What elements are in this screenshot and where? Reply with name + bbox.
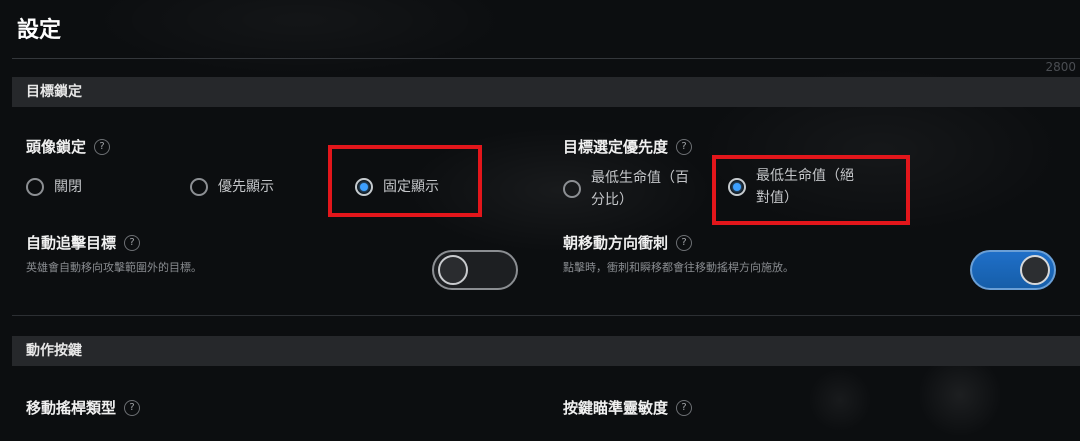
auto-chase-description: 英雄會自動移向攻擊範圍外的目標。 — [26, 261, 202, 274]
corner-number: 2800 — [1045, 60, 1076, 74]
section-divider — [12, 315, 1080, 316]
help-icon[interactable]: ? — [676, 138, 693, 155]
page-title: 設定 — [17, 18, 62, 43]
help-icon[interactable]: ? — [94, 138, 111, 155]
radio-label-line-2: 分比） — [591, 192, 633, 208]
toggle-knob — [438, 255, 468, 285]
target-priority-label: 目標選定優先度 ? — [563, 136, 693, 157]
radio-circle-icon — [26, 178, 44, 196]
help-icon[interactable]: ? — [124, 234, 141, 251]
radio-target-priority-percent[interactable]: 最低生命值（百 分比） — [563, 167, 689, 211]
radio-circle-icon — [190, 178, 208, 196]
highlight-box-absolute-value — [712, 155, 910, 225]
joystick-type-label: 移動搖桿類型 ? — [26, 397, 141, 418]
toggle-knob — [1020, 255, 1050, 285]
auto-chase-toggle[interactable] — [432, 250, 518, 290]
avatar-lock-label: 頭像鎖定 ? — [26, 136, 111, 157]
section-header-target-lock: 目標鎖定 — [12, 77, 1080, 107]
title-divider — [12, 58, 1080, 59]
help-icon[interactable]: ? — [676, 399, 693, 416]
aim-sensitivity-label-text: 按鍵瞄準靈敏度 — [563, 399, 669, 417]
radio-label: 關閉 — [54, 179, 82, 195]
dash-direction-label: 朝移動方向衝刺 ? — [563, 232, 693, 253]
radio-label: 優先顯示 — [218, 179, 274, 195]
help-icon[interactable]: ? — [676, 234, 693, 251]
section-header-action-buttons: 動作按鍵 — [12, 336, 1080, 366]
highlight-box-fixed-display — [328, 145, 482, 217]
auto-chase-label: 自動追擊目標 ? — [26, 232, 141, 253]
avatar-lock-label-text: 頭像鎖定 — [26, 138, 87, 156]
help-icon[interactable]: ? — [124, 399, 141, 416]
background-artwork — [0, 0, 1080, 441]
radio-label: 最低生命值（百 分比） — [591, 167, 689, 211]
dash-direction-label-text: 朝移動方向衝刺 — [563, 234, 669, 252]
radio-avatar-lock-off[interactable]: 關閉 — [26, 176, 82, 198]
radio-avatar-lock-priority[interactable]: 優先顯示 — [190, 176, 274, 198]
target-priority-label-text: 目標選定優先度 — [563, 138, 669, 156]
auto-chase-label-text: 自動追擊目標 — [26, 234, 117, 252]
radio-label-line-1: 最低生命值（百 — [591, 170, 689, 186]
aim-sensitivity-label: 按鍵瞄準靈敏度 ? — [563, 397, 693, 418]
dash-direction-toggle[interactable] — [970, 250, 1056, 290]
joystick-type-label-text: 移動搖桿類型 — [26, 399, 117, 417]
radio-circle-icon — [563, 180, 581, 198]
dash-direction-description: 點擊時，衝刺和瞬移都會往移動搖桿方向施放。 — [563, 261, 794, 274]
